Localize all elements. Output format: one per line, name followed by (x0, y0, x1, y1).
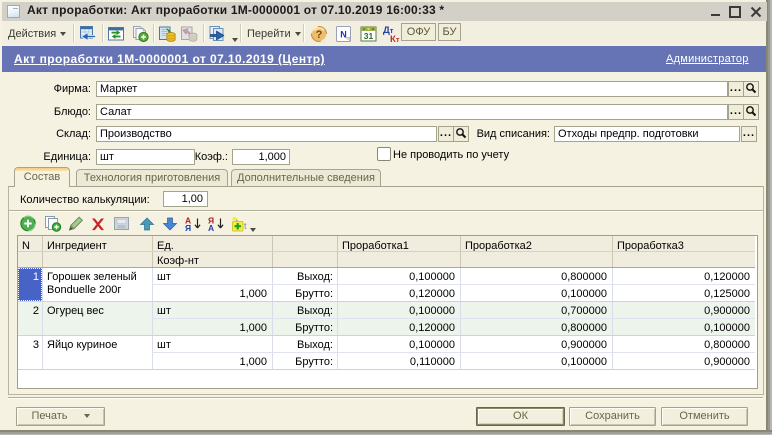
svg-text:31: 31 (364, 31, 374, 41)
svg-text:А: А (208, 223, 214, 232)
svg-text:Кт: Кт (390, 34, 400, 44)
svg-text:?: ? (316, 29, 323, 41)
svg-text:Я: Я (185, 223, 191, 232)
